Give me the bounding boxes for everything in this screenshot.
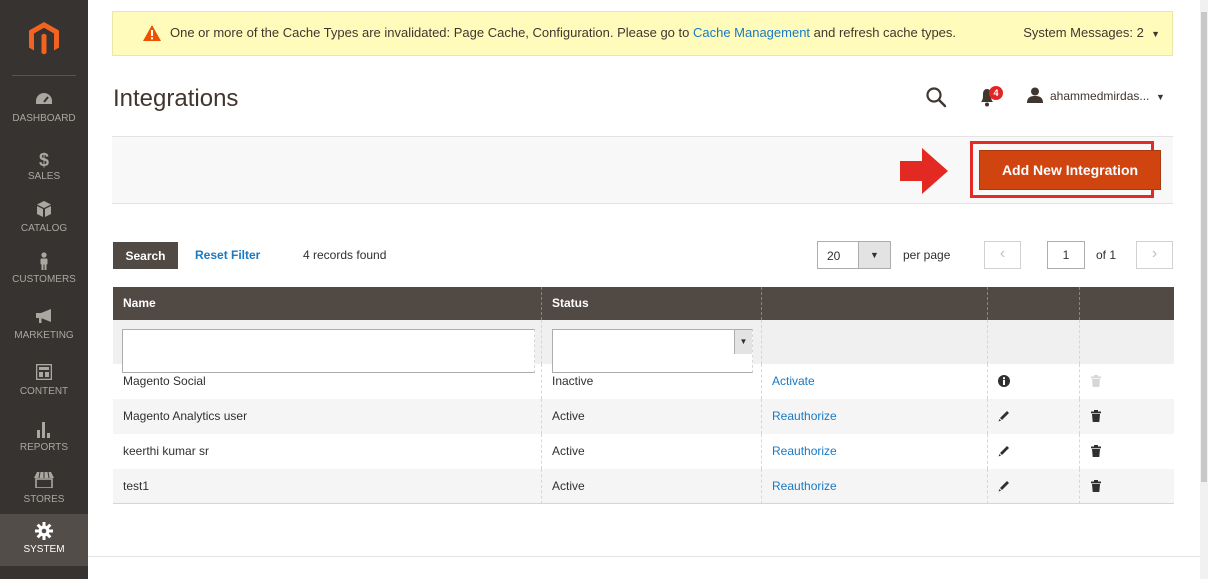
integrations-grid: Name Status ▼ Magento Social Inactive Ac…: [113, 287, 1174, 504]
scrollbar-thumb[interactable]: [1201, 12, 1207, 482]
gear-icon: [0, 522, 88, 544]
magento-logo-icon[interactable]: [28, 22, 60, 56]
layout-icon: [0, 363, 88, 386]
dashboard-icon: [0, 91, 88, 113]
integration-name: Magento Social: [113, 364, 542, 399]
storefront-icon: [0, 471, 88, 494]
column-header-status[interactable]: Status: [542, 287, 762, 320]
user-account-menu[interactable]: ahammedmirdas... ▼: [1050, 89, 1165, 103]
integration-status: Active: [542, 399, 762, 434]
bar-chart-icon: [0, 420, 88, 442]
info-icon[interactable]: [998, 375, 1010, 387]
column-header-edit: [988, 287, 1080, 320]
sidebar-item-marketing[interactable]: MARKETING: [0, 300, 88, 358]
grid-filter-row: ▼: [113, 320, 1174, 373]
sidebar-item-reports[interactable]: REPORTS: [0, 412, 88, 470]
sidebar-item-label: SALES: [27, 171, 61, 182]
next-page-button[interactable]: ›: [1136, 241, 1173, 269]
reauthorize-link[interactable]: Reauthorize: [762, 399, 988, 434]
cache-management-link[interactable]: Cache Management: [693, 25, 810, 40]
red-arrow-annotation-icon: [900, 148, 948, 194]
megaphone-icon: [0, 308, 88, 330]
table-row: Magento Social Inactive Activate: [113, 364, 1174, 399]
chevron-left-icon: ‹: [999, 245, 1006, 262]
chevron-right-icon: ›: [1151, 245, 1158, 262]
chevron-down-icon: ▼: [1156, 92, 1165, 102]
trash-icon[interactable]: [1091, 480, 1101, 492]
sidebar-item-label: CATALOG: [20, 223, 68, 234]
sidebar-item-label: REPORTS: [19, 442, 69, 453]
notification-count-badge: 4: [989, 86, 1003, 100]
chevron-down-icon[interactable]: ▼: [858, 242, 890, 268]
system-message-bar: One or more of the Cache Types are inval…: [112, 11, 1173, 56]
chevron-down-icon: ▼: [734, 330, 752, 354]
dollar-icon: $: [38, 150, 49, 170]
sidebar-item-content[interactable]: CONTENT: [0, 356, 88, 414]
sidebar-item-label: SYSTEM: [23, 544, 65, 555]
sidebar-item-label: STORES: [23, 494, 65, 505]
grid-bottom-border: [113, 503, 1174, 504]
sidebar-item-label: CONTENT: [19, 386, 69, 397]
footer-divider: [88, 556, 1200, 557]
sidebar-item-label: MARKETING: [14, 330, 74, 341]
pencil-icon[interactable]: [998, 480, 1010, 492]
table-row: Magento Analytics user Active Reauthoriz…: [113, 399, 1174, 434]
pencil-icon[interactable]: [998, 445, 1010, 457]
admin-sidebar: DASHBOARD $ SALES CATALOG CUSTOMERS MARK…: [0, 0, 88, 579]
chevron-down-icon: ▼: [1151, 29, 1160, 39]
reset-filter-link[interactable]: Reset Filter: [195, 248, 260, 262]
integration-status: Inactive: [542, 364, 762, 399]
page-scrollbar[interactable]: [1200, 0, 1208, 579]
sidebar-item-catalog[interactable]: CATALOG: [0, 193, 88, 251]
pencil-icon[interactable]: [998, 410, 1010, 422]
per-page-select[interactable]: 20 ▼: [817, 241, 891, 269]
trash-icon[interactable]: [1091, 410, 1101, 422]
per-page-label: per page: [903, 248, 951, 262]
integration-status: Active: [542, 469, 762, 504]
system-message-text: One or more of the Cache Types are inval…: [170, 25, 957, 40]
box-icon: [0, 201, 88, 223]
integration-status: Active: [542, 434, 762, 469]
per-page-value: 20: [827, 249, 841, 263]
search-button[interactable]: Search: [113, 242, 178, 269]
logo-divider: [12, 75, 76, 76]
add-new-integration-button[interactable]: Add New Integration: [979, 150, 1161, 190]
integration-name: keerthi kumar sr: [113, 434, 542, 469]
system-messages-toggle[interactable]: System Messages: 2 ▼: [1023, 25, 1160, 40]
sidebar-item-customers[interactable]: CUSTOMERS: [0, 244, 88, 302]
page-title: Integrations: [113, 85, 239, 112]
table-row: test1 Active Reauthorize: [113, 469, 1174, 504]
search-icon[interactable]: [925, 86, 947, 108]
trash-icon[interactable]: [1091, 445, 1101, 457]
reauthorize-link[interactable]: Reauthorize: [762, 469, 988, 504]
column-header-delete: [1080, 287, 1174, 320]
column-header-action: [762, 287, 988, 320]
sidebar-item-sales[interactable]: $ SALES: [0, 141, 88, 199]
grid-header-row: Name Status: [113, 287, 1174, 320]
table-row: keerthi kumar sr Active Reauthorize: [113, 434, 1174, 469]
page-number-input[interactable]: 1: [1047, 241, 1085, 269]
activate-link[interactable]: Activate: [762, 364, 988, 399]
trash-icon-disabled: [1091, 375, 1101, 387]
integration-name: Magento Analytics user: [113, 399, 542, 434]
reauthorize-link[interactable]: Reauthorize: [762, 434, 988, 469]
page-count: of 1: [1096, 248, 1117, 262]
column-header-name[interactable]: Name: [113, 287, 542, 320]
previous-page-button[interactable]: ‹: [984, 241, 1021, 269]
person-icon: [0, 252, 88, 274]
warning-icon: [143, 25, 161, 41]
integration-name: test1: [113, 469, 542, 504]
sidebar-item-system[interactable]: SYSTEM: [0, 514, 88, 566]
sidebar-item-label: CUSTOMERS: [12, 274, 76, 285]
sidebar-item-label: DASHBOARD: [12, 113, 76, 124]
sidebar-item-dashboard[interactable]: DASHBOARD: [0, 83, 88, 141]
user-icon[interactable]: [1027, 87, 1043, 103]
records-count: 4 records found: [303, 248, 387, 262]
